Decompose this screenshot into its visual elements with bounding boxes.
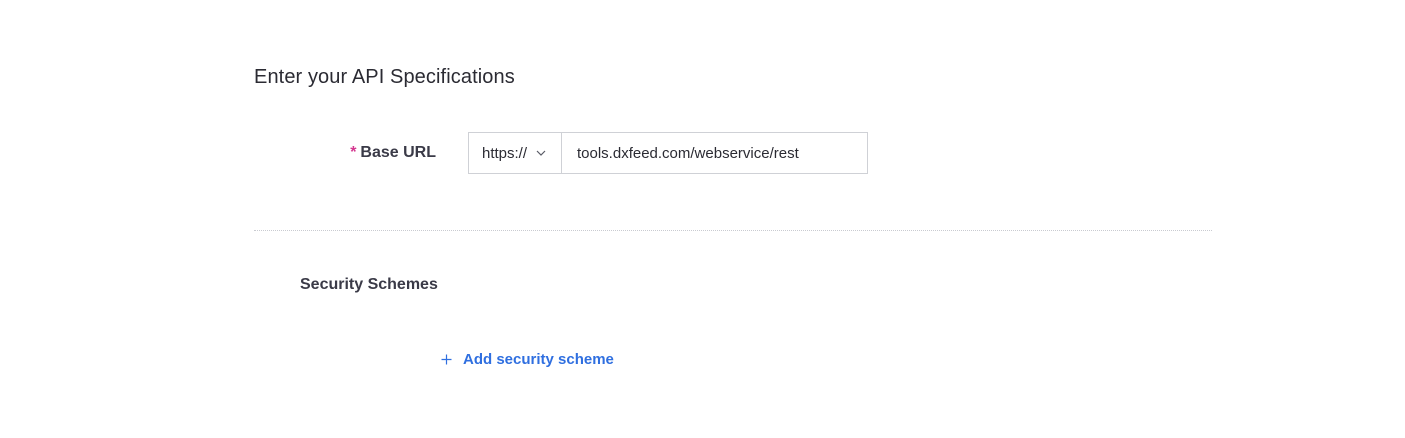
- protocol-select-value: https://: [482, 144, 528, 162]
- api-spec-page: Enter your API Specifications * Base URL …: [0, 0, 1405, 438]
- base-url-input[interactable]: [561, 132, 868, 174]
- base-url-label: * Base URL: [300, 144, 436, 162]
- section-divider: [254, 230, 1212, 231]
- protocol-select[interactable]: https://: [468, 132, 561, 174]
- required-mark: *: [350, 144, 357, 161]
- add-security-scheme-label: Add security scheme: [463, 351, 614, 368]
- section-title: Enter your API Specifications: [254, 66, 515, 88]
- plus-icon: [440, 354, 452, 366]
- chevron-down-icon: [536, 148, 546, 158]
- base-url-label-text: Base URL: [360, 144, 436, 161]
- add-security-scheme-button[interactable]: Add security scheme: [440, 351, 614, 368]
- security-schemes-label: Security Schemes: [300, 276, 438, 293]
